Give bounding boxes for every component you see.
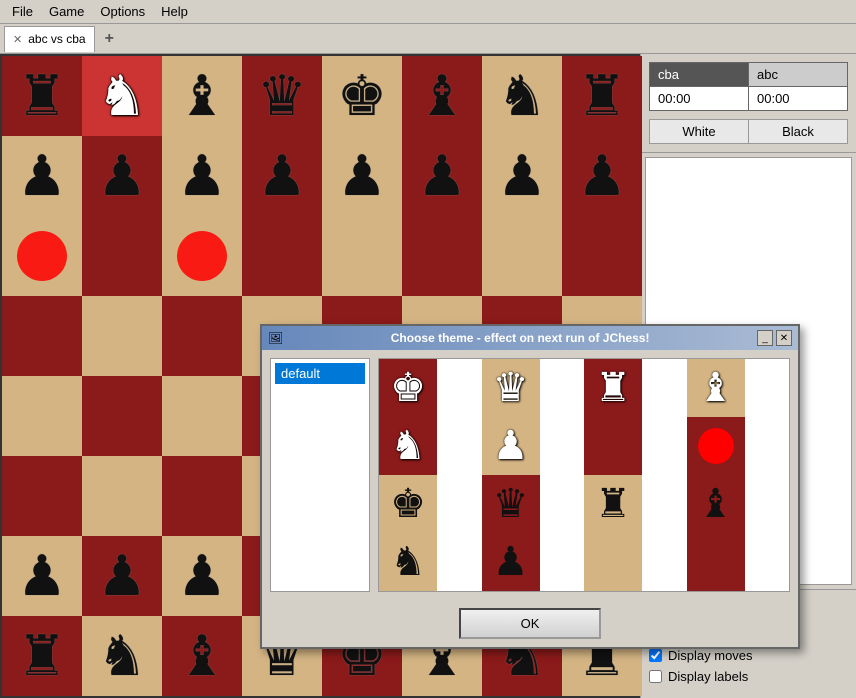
- dialog-footer: OK: [262, 600, 798, 647]
- display-labels-checkbox[interactable]: [649, 670, 662, 683]
- player1-time: 00:00: [650, 87, 749, 111]
- preview-bextra: [584, 533, 642, 591]
- preview-bknight: ♞: [379, 533, 437, 591]
- preview-wpawn: ♟: [482, 417, 540, 475]
- player2-time: 00:00: [749, 87, 848, 111]
- preview-wknight: ♞: [379, 417, 437, 475]
- preview-bpawn: ♟: [482, 533, 540, 591]
- theme-item-default[interactable]: default: [275, 363, 365, 384]
- score-table: cba abc 00:00 00:00: [649, 62, 848, 111]
- dialog-titlebar: 🖼 Choose theme - effect on next run of J…: [262, 326, 798, 350]
- dialog-close-button[interactable]: ✕: [776, 330, 792, 346]
- tab-close-icon[interactable]: ✕: [13, 33, 22, 46]
- white-button[interactable]: White: [650, 120, 749, 143]
- preview-wrook: ♜: [584, 359, 642, 417]
- dialog-icon: 🖼: [268, 331, 283, 345]
- dialog-body: default ♚ ♛ ♜ ♝ ♞ ♟ ♚: [262, 350, 798, 600]
- preview-wbishop: ♝: [687, 359, 745, 417]
- score-section: cba abc 00:00 00:00 White Black: [641, 54, 856, 153]
- display-moves-checkbox[interactable]: [649, 649, 662, 662]
- display-moves-label: Display moves: [668, 648, 753, 663]
- preview-bking: ♚: [379, 475, 437, 533]
- dialog-controls: _ ✕: [757, 330, 792, 346]
- dialog-minimize-button[interactable]: _: [757, 330, 773, 346]
- ok-button[interactable]: OK: [459, 608, 602, 639]
- preview-wking: ♚: [379, 359, 437, 417]
- preview-wextra: [584, 417, 642, 475]
- black-button[interactable]: Black: [749, 120, 847, 143]
- main-container: ♜ ♞ ♝ ♛ ♚ ♝ ♞ ♜ ♟ ♟ ♟ ♟ ♟ ♟ ♟ ♟: [0, 54, 856, 698]
- wb-buttons: White Black: [649, 119, 848, 144]
- preview-bqueen: ♛: [482, 475, 540, 533]
- menu-file[interactable]: File: [4, 2, 41, 21]
- preview-bextra2: [687, 533, 745, 591]
- preview-reddot: [687, 417, 745, 475]
- theme-preview: ♚ ♛ ♜ ♝ ♞ ♟ ♚ ♛ ♜ ♝ ♞ ♟: [378, 358, 790, 592]
- tab-label: abc vs cba: [28, 32, 85, 46]
- preview-brook: ♜: [584, 475, 642, 533]
- dialog-title-text: Choose theme - effect on next run of JCh…: [283, 331, 757, 345]
- theme-list[interactable]: default: [270, 358, 370, 592]
- menu-help[interactable]: Help: [153, 2, 196, 21]
- dialog-overlay: 🖼 Choose theme - effect on next run of J…: [0, 54, 640, 698]
- player1-name: cba: [650, 63, 749, 87]
- display-moves-item: Display moves: [649, 648, 848, 663]
- theme-dialog: 🖼 Choose theme - effect on next run of J…: [260, 324, 800, 649]
- display-labels-item: Display labels: [649, 669, 848, 684]
- preview-bbishop: ♝: [687, 475, 745, 533]
- player2-name: abc: [749, 63, 848, 87]
- menubar: File Game Options Help: [0, 0, 856, 24]
- board-area: ♜ ♞ ♝ ♛ ♚ ♝ ♞ ♜ ♟ ♟ ♟ ♟ ♟ ♟ ♟ ♟: [0, 54, 640, 698]
- menu-options[interactable]: Options: [92, 2, 153, 21]
- preview-wqueen: ♛: [482, 359, 540, 417]
- menu-game[interactable]: Game: [41, 2, 92, 21]
- main-tab[interactable]: ✕ abc vs cba: [4, 26, 95, 52]
- tabbar: ✕ abc vs cba +: [0, 24, 856, 54]
- display-labels-label: Display labels: [668, 669, 748, 684]
- tab-add-button[interactable]: +: [97, 27, 122, 51]
